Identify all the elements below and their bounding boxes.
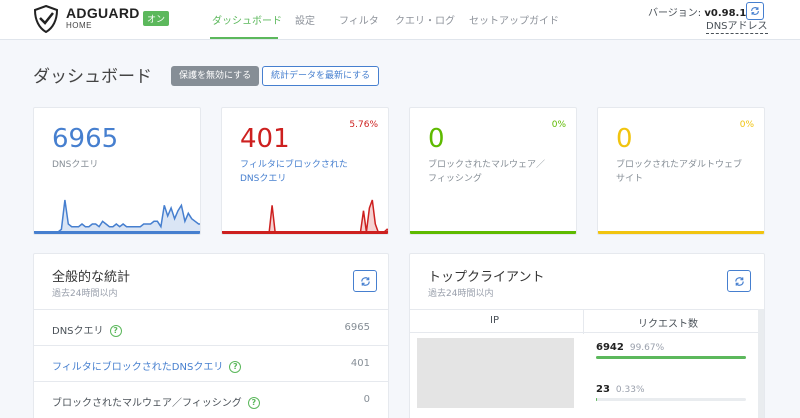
nav-dashboard[interactable]: ダッシュボード [212, 12, 282, 27]
panel-subtitle: 過去24時間以内 [428, 289, 494, 299]
help-icon[interactable]: ? [109, 325, 122, 337]
stat-value: 0 [428, 124, 445, 154]
stats-row-blocked-filtering: フィルタにブロックされたDNSクエリ? 401 [34, 345, 388, 381]
request-count-value: 6942 [596, 342, 624, 353]
refresh-stats-button[interactable]: 統計データを最新にする [262, 66, 380, 86]
page-title: ダッシュボード [33, 67, 152, 87]
stat-value: 401 [240, 124, 290, 154]
help-icon[interactable]: ? [229, 361, 242, 373]
row-label: ブロックされたマルウェア／フィッシング? [52, 394, 260, 409]
stat-accent-bar [410, 231, 576, 234]
row-value: 6965 [344, 322, 370, 333]
stat-label-line1: ブロックされたマルウェア／ [428, 160, 546, 170]
row-label-text: DNSクエリ [52, 326, 104, 337]
stats-row-dns-queries: DNSクエリ? 6965 [34, 309, 388, 345]
sparkline-chart [222, 199, 388, 234]
nav-setup-guide[interactable]: セットアップガイド [469, 12, 559, 27]
table-row: 6942 99.67% [584, 336, 758, 372]
table-scrollbar[interactable] [758, 309, 764, 418]
stat-label: フィルタにブロックされた DNSクエリ [240, 158, 348, 186]
stat-label-line2: サイト [616, 174, 644, 184]
stat-accent-bar [222, 231, 388, 234]
version-label: バージョン: [648, 8, 705, 19]
nav-filters[interactable]: フィルタ [339, 12, 379, 27]
panel-title: 全般的な統計 [52, 270, 131, 285]
general-stats-refresh-button[interactable] [353, 270, 377, 292]
version-refresh-button[interactable] [746, 2, 764, 20]
row-label: フィルタにブロックされたDNSクエリ? [52, 358, 242, 373]
nav-active-indicator [210, 37, 278, 39]
request-percent: 0.33% [615, 385, 645, 395]
version-value: v0.98.1 [704, 8, 747, 19]
top-clients-card: トップクライアント 過去24時間以内 IP リクエスト数 6942 99.67% … [409, 253, 765, 418]
nav-settings[interactable]: 設定 [295, 12, 315, 27]
row-label-link[interactable]: フィルタにブロックされたDNSクエリ [52, 362, 223, 373]
request-percent: 99.67% [629, 343, 665, 353]
table-header: IP リクエスト数 [410, 309, 764, 334]
stat-label-line1: フィルタにブロックされた [240, 160, 348, 170]
refresh-icon [751, 7, 759, 15]
stat-value: 6965 [52, 124, 119, 154]
version-info: バージョン: v0.98.1 [648, 4, 746, 19]
top-header: ADGUARD HOME オン ダッシュボード 設定 フィルタ クエリ・ログ セ… [0, 0, 800, 40]
stat-accent-bar [598, 231, 764, 234]
adguard-shield-icon[interactable] [33, 4, 59, 37]
row-label: DNSクエリ? [52, 322, 122, 337]
nav-query-log[interactable]: クエリ・ログ [395, 12, 455, 27]
protection-status-badge: オン [143, 11, 170, 26]
refresh-icon [360, 276, 370, 286]
column-header-requests[interactable]: リクエスト数 [638, 315, 698, 330]
stat-label-line2: DNSクエリ [240, 174, 287, 184]
brand-sub: HOME [66, 21, 92, 30]
row-value: 401 [350, 358, 370, 369]
brand-logo[interactable]: ADGUARD HOME [66, 6, 140, 30]
stat-percent: 0% [551, 120, 566, 130]
column-header-ip[interactable]: IP [490, 315, 499, 326]
stats-row-blocked-malware: ブロックされたマルウェア／フィッシング? 0 [34, 381, 388, 417]
stat-label: ブロックされたマルウェア／ フィッシング [428, 158, 545, 186]
row-label-text: ブロックされたマルウェア／フィッシング [52, 398, 242, 409]
dns-addresses-link[interactable]: DNSアドレス [706, 21, 768, 34]
panel-subtitle: 過去24時間以内 [52, 289, 118, 299]
client-ip-redacted [417, 338, 574, 408]
panel-title: トップクライアント [428, 270, 545, 285]
request-count: 23 0.33% [596, 384, 645, 395]
request-count: 6942 99.67% [596, 342, 664, 353]
row-value: 0 [363, 394, 370, 405]
disable-protection-button[interactable]: 保護を無効にする [171, 66, 260, 86]
brand-name: ADGUARD [66, 5, 140, 21]
stat-card-dns-queries: 6965 DNSクエリ [33, 107, 201, 235]
general-stats-card: 全般的な統計 過去24時間以内 DNSクエリ? 6965 フィルタにブロックされ… [33, 253, 389, 418]
stat-value: 0 [616, 124, 633, 154]
progress-fill [596, 356, 746, 359]
request-progress-bar [596, 398, 746, 401]
stat-card-blocked-adult: 0 0% ブロックされたアダルトウェブ サイト [597, 107, 765, 235]
table-row: 23 0.33% [584, 378, 758, 414]
stat-card-blocked-malware: 0 0% ブロックされたマルウェア／ フィッシング [409, 107, 577, 235]
stat-label: DNSクエリ [52, 158, 98, 172]
sparkline-chart [34, 199, 200, 234]
request-count-value: 23 [596, 384, 610, 395]
stat-accent-bar [34, 231, 200, 234]
stat-label-line1: DNSクエリ [52, 160, 99, 170]
top-clients-refresh-button[interactable] [727, 270, 751, 292]
stat-label-line1: ブロックされたアダルトウェブ [616, 160, 743, 170]
stat-label: ブロックされたアダルトウェブ サイト [616, 158, 742, 186]
stat-label-line2: フィッシング [428, 174, 482, 184]
refresh-icon [734, 276, 744, 286]
stat-percent: 0% [739, 120, 754, 130]
column-divider [583, 310, 584, 334]
request-progress-bar [596, 356, 746, 359]
stat-card-blocked-filtering: 401 5.76% フィルタにブロックされた DNSクエリ [221, 107, 389, 235]
stat-percent: 5.76% [349, 120, 378, 130]
help-icon[interactable]: ? [247, 397, 260, 409]
